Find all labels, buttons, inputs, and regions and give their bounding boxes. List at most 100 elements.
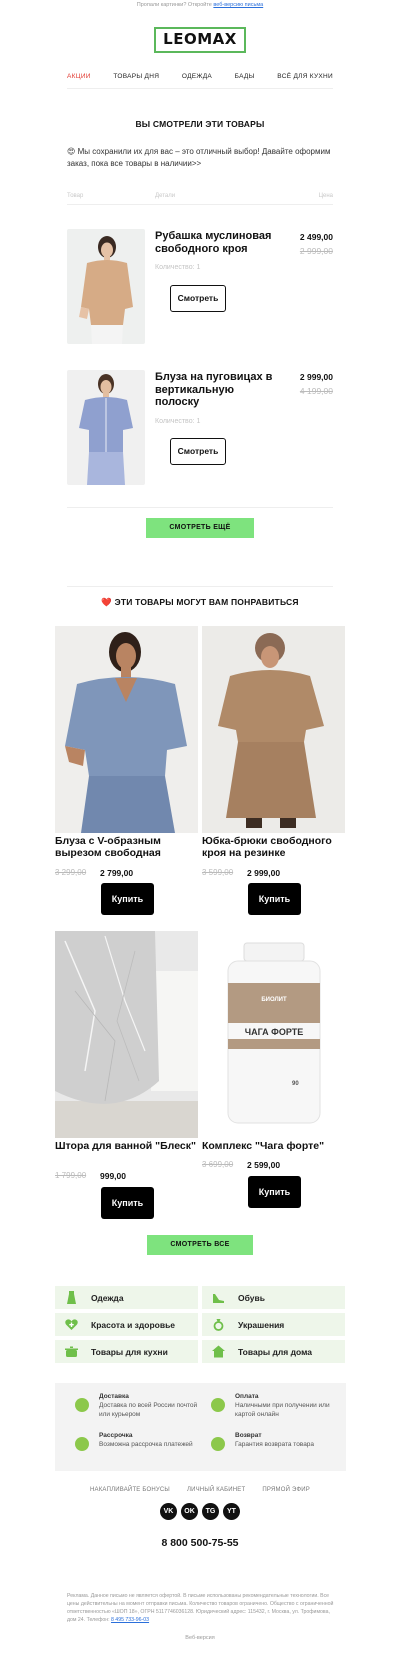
- refresh-icon: [211, 1437, 225, 1451]
- clock-icon: [75, 1437, 89, 1451]
- odnoklassniki-icon[interactable]: OK: [181, 1503, 198, 1520]
- category-label: Украшения: [238, 1319, 285, 1330]
- divider: [67, 507, 333, 508]
- column-price-header: Цена: [318, 193, 333, 199]
- product-quantity: Количество: 1: [155, 418, 201, 425]
- category-clothes[interactable]: Одежда: [55, 1286, 198, 1309]
- info-text: Доставка по всей России почтой или курье…: [99, 1402, 198, 1418]
- category-label: Обувь: [238, 1292, 265, 1303]
- product-quantity: Количество: 1: [155, 264, 201, 271]
- nav-item-deals[interactable]: ТОВАРЫ ДНЯ: [113, 70, 159, 84]
- category-jewelry[interactable]: Украшения: [202, 1313, 345, 1336]
- footer-link-bonuses[interactable]: НАКАПЛИВАЙТЕ БОНУСЫ: [90, 1487, 170, 1493]
- card-old-price: 1 799,00: [55, 1171, 87, 1180]
- buy-button[interactable]: Купить: [101, 883, 154, 915]
- jar-product-label: ЧАГА ФОРТЕ: [244, 1027, 304, 1037]
- nav-item-kitchen[interactable]: ВСЁ ДЛЯ КУХНИ: [277, 70, 333, 84]
- legal-phone-link[interactable]: 8 495 733-96-03: [111, 1617, 149, 1623]
- product-old-price: 2 999,00: [299, 246, 333, 256]
- info-returns: Возврат Гарантия возврата товара: [211, 1431, 336, 1451]
- vk-icon[interactable]: VK: [160, 1503, 177, 1520]
- card-product-name[interactable]: Комплекс "Чага форте": [202, 1140, 348, 1153]
- product-old-price: 4 199,00: [299, 386, 333, 396]
- product-image-striped-blouse[interactable]: [67, 370, 145, 485]
- view-product-button[interactable]: Смотреть: [170, 438, 226, 465]
- product-image-v-neck-blouse[interactable]: [55, 626, 198, 833]
- box-icon: [75, 1398, 89, 1412]
- dress-icon: [67, 1291, 76, 1304]
- info-title: Рассрочка: [99, 1432, 133, 1439]
- support-phone[interactable]: 8 800 500-75-55: [0, 1537, 400, 1549]
- category-kitchen[interactable]: Товары для кухни: [55, 1340, 198, 1363]
- product-image-skirt-pants[interactable]: [202, 626, 345, 833]
- card-old-price: 3 699,00: [202, 1160, 234, 1169]
- card-old-price: 3 299,00: [55, 868, 87, 877]
- ruble-icon: [211, 1398, 225, 1412]
- card-price: 2 999,00: [247, 868, 281, 878]
- footer-link-live[interactable]: ПРЯМОЙ ЭФИР: [262, 1487, 310, 1493]
- info-text: Гарантия возврата товара: [235, 1441, 315, 1448]
- web-version-footer-link[interactable]: Веб-версия: [0, 1635, 400, 1641]
- info-title: Оплата: [235, 1393, 259, 1400]
- see-more-button[interactable]: СМОТРЕТЬ ЕЩЁ: [146, 518, 254, 538]
- ring-icon: [213, 1319, 224, 1331]
- info-installments: Рассрочка Возможна рассрочка платежей: [75, 1431, 200, 1451]
- see-all-button[interactable]: СМОТРЕТЬ ВСЕ: [147, 1235, 253, 1255]
- preheader-text: Пропали картинки? Откройте: [136, 2, 214, 8]
- footer-link-account[interactable]: ЛИЧНЫЙ КАБИНЕТ: [187, 1487, 245, 1493]
- product-image-muslin-shirt[interactable]: [67, 229, 145, 344]
- main-nav: АКЦИИ ТОВАРЫ ДНЯ ОДЕЖДА БАДЫ ВСЁ ДЛЯ КУХ…: [67, 70, 333, 84]
- divider: [67, 88, 333, 89]
- buy-button[interactable]: Купить: [248, 883, 301, 915]
- card-product-name[interactable]: Юбка-брюки свободного кроя на резинке: [202, 835, 348, 859]
- preheader: Пропали картинки? Откройте веб-версию пи…: [0, 2, 400, 8]
- social-links: VK OK TG YT: [160, 1503, 240, 1520]
- product-image-chaga-forte[interactable]: БИОЛИТ ЧАГА ФОРТЕ 90: [202, 931, 345, 1138]
- info-title: Возврат: [235, 1432, 262, 1439]
- web-version-link[interactable]: веб-версию письма: [213, 2, 263, 8]
- jar-brand-label: БИОЛИТ: [261, 997, 287, 1003]
- card-product-name[interactable]: Штора для ванной "Блеск": [55, 1140, 201, 1153]
- product-image-shower-curtain[interactable]: [55, 931, 198, 1138]
- house-icon: [212, 1345, 225, 1358]
- jar-capsule-count: 90: [292, 1081, 299, 1087]
- divider: [67, 586, 333, 587]
- category-label: Товары для кухни: [91, 1346, 168, 1357]
- nav-item-supplements[interactable]: БАДЫ: [235, 70, 255, 84]
- card-price: 999,00: [100, 1171, 126, 1181]
- heart-plus-icon: [65, 1319, 78, 1330]
- telegram-icon[interactable]: TG: [202, 1503, 219, 1520]
- nav-item-promo[interactable]: АКЦИИ: [67, 70, 91, 84]
- info-text: Возможна рассрочка платежей: [99, 1441, 193, 1448]
- info-delivery: Доставка Доставка по всей России почтой …: [75, 1392, 200, 1419]
- category-label: Товары для дома: [238, 1346, 312, 1357]
- legal-text: Реклама. Данное письмо не является оферт…: [67, 1592, 337, 1624]
- product-price: 2 999,00: [299, 372, 333, 382]
- youtube-icon[interactable]: YT: [223, 1503, 240, 1520]
- divider: [67, 204, 333, 205]
- product-name[interactable]: Рубашка муслиновая свободного кроя: [155, 230, 280, 255]
- footer-links: НАКАПЛИВАЙТЕ БОНУСЫ ЛИЧНЫЙ КАБИНЕТ ПРЯМО…: [90, 1487, 310, 1493]
- category-beauty-health[interactable]: Красота и здоровье: [55, 1313, 198, 1336]
- category-home[interactable]: Товары для дома: [202, 1340, 345, 1363]
- view-product-button[interactable]: Смотреть: [170, 285, 226, 312]
- product-price: 2 499,00: [299, 232, 333, 242]
- column-details-header: Детали: [155, 193, 176, 199]
- buy-button[interactable]: Купить: [248, 1176, 301, 1208]
- brand-logo[interactable]: LEOMAX: [154, 27, 246, 53]
- buy-button[interactable]: Купить: [101, 1187, 154, 1219]
- card-old-price: 3 599,00: [202, 868, 234, 877]
- info-payment: Оплата Наличными при получении или карто…: [211, 1392, 336, 1419]
- card-product-name[interactable]: Блуза с V-образным вырезом свободная: [55, 835, 201, 859]
- viewed-title: ВЫ СМОТРЕЛИ ЭТИ ТОВАРЫ: [135, 119, 265, 129]
- category-label: Одежда: [91, 1292, 124, 1303]
- category-label: Красота и здоровье: [91, 1319, 176, 1330]
- legal-body: Реклама. Данное письмо не является оферт…: [67, 1593, 334, 1623]
- info-title: Доставка: [99, 1393, 129, 1400]
- category-shoes[interactable]: Обувь: [202, 1286, 345, 1309]
- recommend-title: ❤️ ЭТИ ТОВАРЫ МОГУТ ВАМ ПОНРАВИТЬСЯ: [101, 597, 299, 607]
- card-price: 2 599,00: [247, 1160, 281, 1170]
- card-price: 2 799,00: [100, 868, 134, 878]
- nav-item-clothes[interactable]: ОДЕЖДА: [182, 70, 212, 84]
- product-name[interactable]: Блуза на пуговицах в вертикальную полоск…: [155, 371, 280, 409]
